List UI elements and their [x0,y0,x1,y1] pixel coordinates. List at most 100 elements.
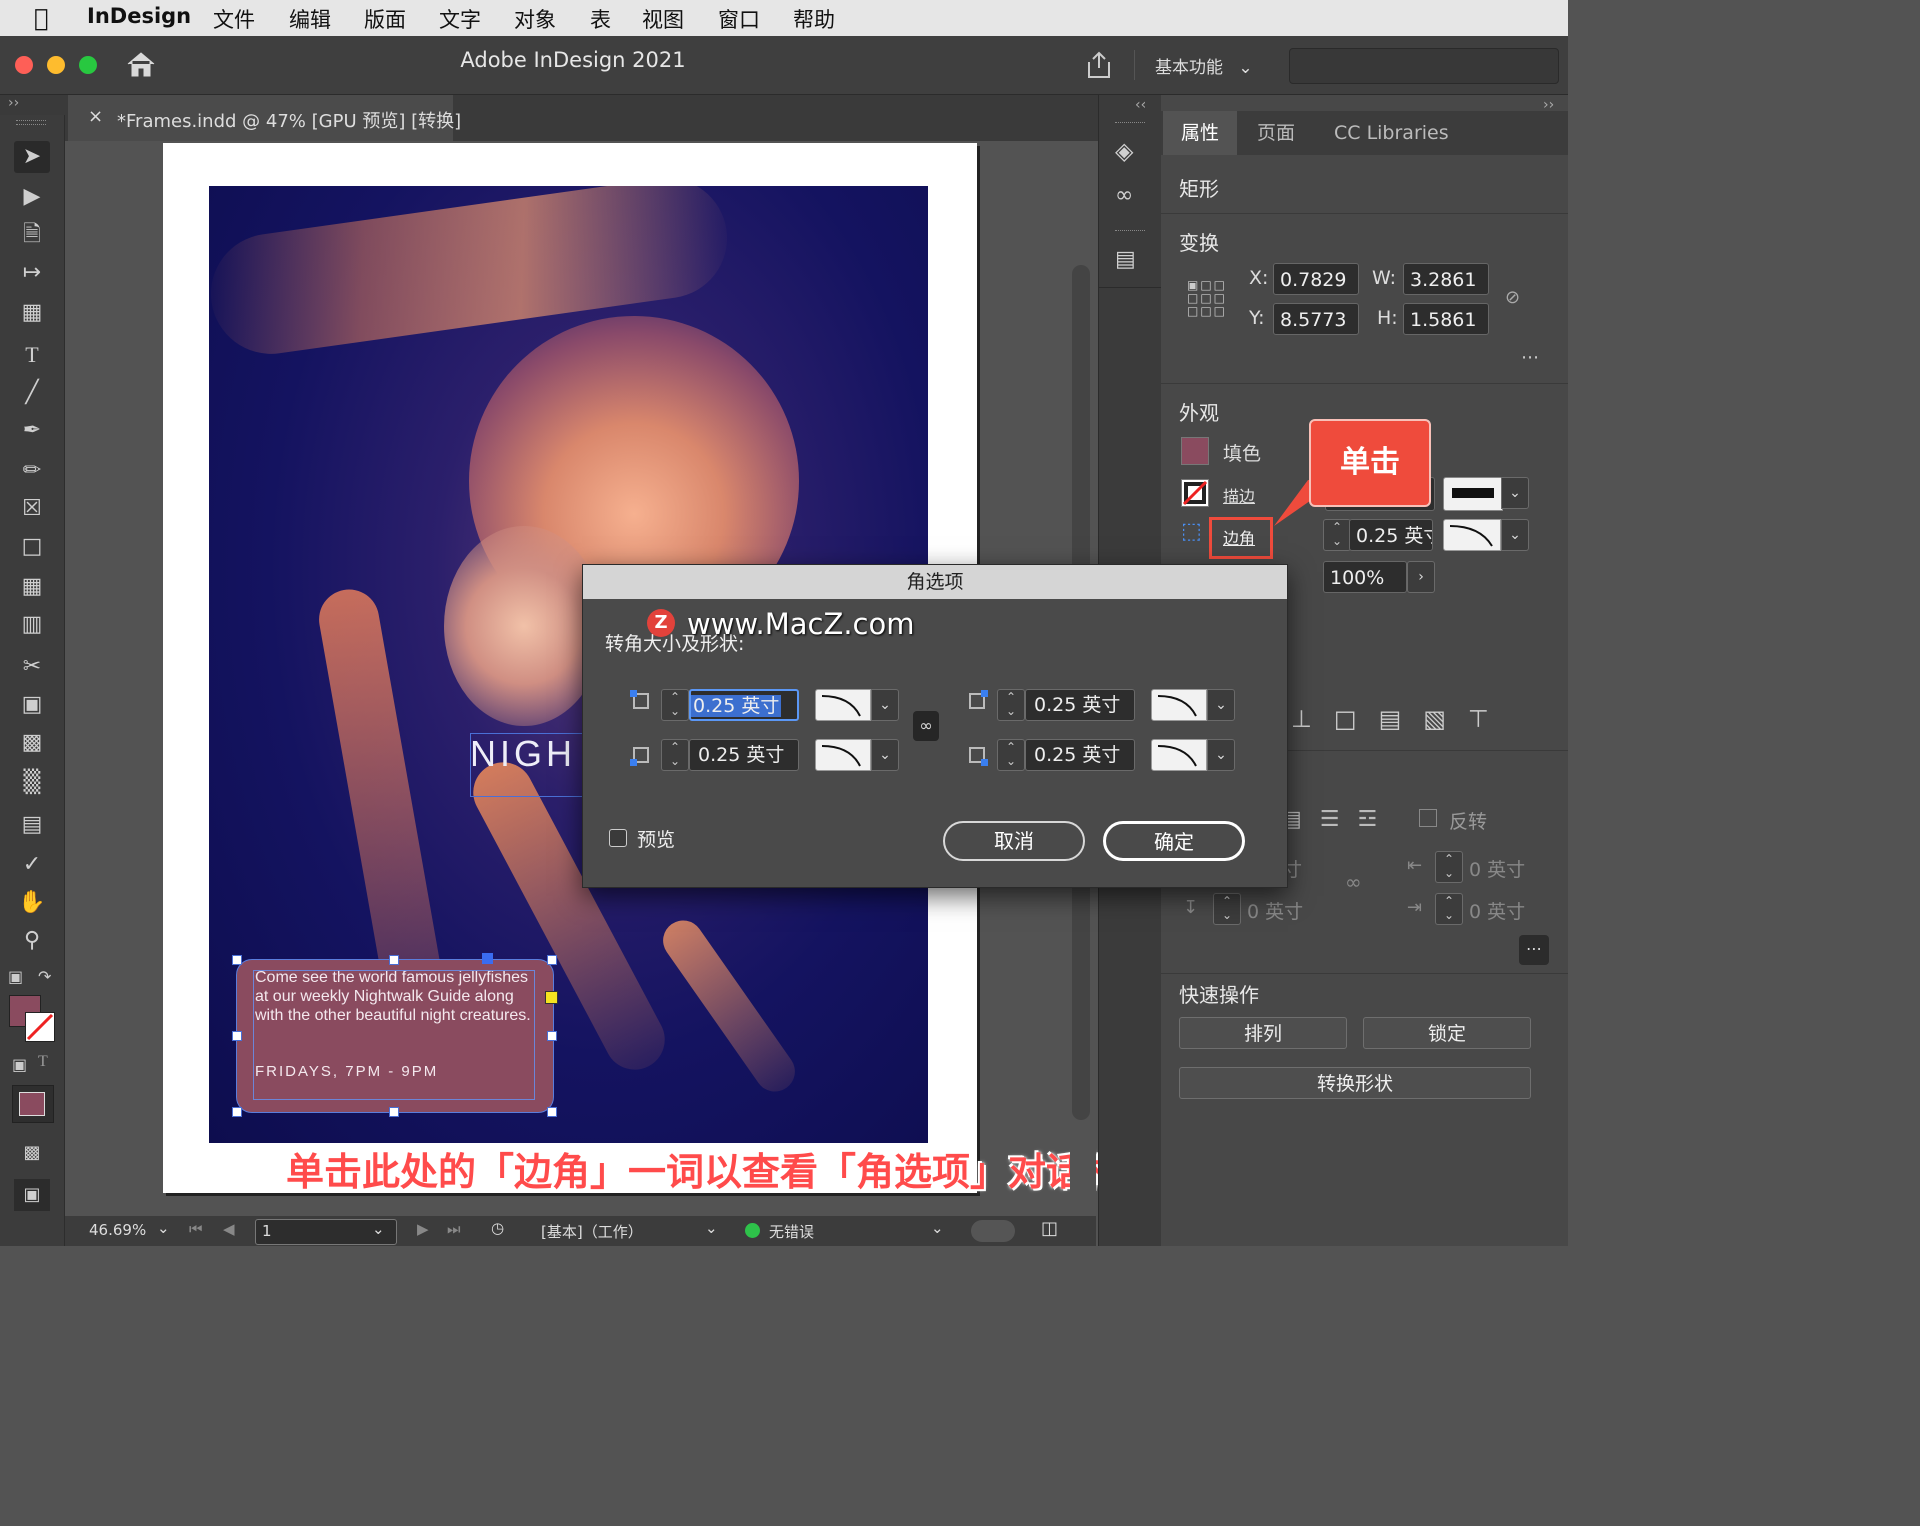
chevron-down-icon[interactable]: ⌄ [157,1219,170,1237]
table-tool-icon[interactable]: ▦ [14,571,50,603]
more-options-icon[interactable]: ⋯ [1519,935,1549,965]
top-left-shape-swatch[interactable] [815,689,871,721]
top-left-size-field[interactable]: 0.25 英寸 [689,689,799,721]
convert-shape-button[interactable]: 转换形状 [1179,1067,1531,1099]
grid-tool-icon[interactable]: ▥ [14,609,50,641]
gradient-swatch-tool-icon[interactable]: ▩ [14,727,50,759]
menu-help[interactable]: 帮助 [793,4,835,34]
chevron-down-icon[interactable]: ⌄ [931,1219,944,1237]
apple-icon[interactable]:  [34,4,48,32]
w-field[interactable]: 3.2861 [1403,263,1489,295]
menu-layout[interactable]: 版面 [364,4,406,34]
opacity-field[interactable]: 100% [1323,561,1407,593]
link-offsets-icon[interactable]: ∞ [1345,870,1362,894]
invert-checkbox[interactable] [1419,809,1437,827]
fill-swatch[interactable] [1181,437,1209,465]
prev-page-icon[interactable]: ◀ [223,1220,235,1238]
menu-file[interactable]: 文件 [213,4,255,34]
free-transform-tool-icon[interactable]: ▣ [14,689,50,721]
selection-tool-icon[interactable]: ➤ [14,141,50,173]
menu-app-name[interactable]: InDesign [87,4,191,28]
stroke-type-dropdown[interactable]: ⌄ [1501,477,1529,509]
type-tool-icon[interactable]: T [14,339,50,371]
direct-selection-tool-icon[interactable]: ▶ [14,181,50,213]
wrap-bottom-stepper[interactable]: ⌃ ⌄ [1213,893,1241,925]
resize-handle-bl[interactable] [232,1107,242,1117]
menu-type[interactable]: 文字 [439,4,481,34]
wrap-right-stepper[interactable]: ⌃ ⌄ [1435,893,1463,925]
frame-port-handle[interactable] [482,953,493,964]
swap-colors-icon[interactable]: ↷ [38,967,51,986]
layers-icon[interactable]: ◈ [1115,137,1133,165]
resize-handle-l[interactable] [232,1031,242,1041]
opacity-arrow[interactable]: › [1407,561,1435,593]
bottom-left-shape-dropdown[interactable]: ⌄ [871,739,899,771]
next-page-icon[interactable]: ▶ [417,1220,429,1238]
resize-handle-tr[interactable] [547,955,557,965]
note-tool-icon[interactable]: ▤ [14,809,50,841]
resize-handle-b[interactable] [389,1107,399,1117]
tab-properties[interactable]: 属性 [1163,111,1238,155]
tab-frames-indd[interactable]: × *Frames.indd @ 47% [GPU 预览] [转换] [68,95,461,141]
apply-color-button[interactable] [12,1085,54,1123]
menu-window[interactable]: 窗口 [718,4,760,34]
stroke-type-swatch[interactable] [1443,477,1503,511]
top-right-shape-dropdown[interactable]: ⌄ [1207,689,1235,721]
content-collector-icon[interactable]: ▦ [14,297,50,329]
share-icon[interactable] [1085,50,1113,80]
line-tool-icon[interactable]: ╱ [14,377,50,409]
preview-mode-icon[interactable]: ▣ [14,1179,50,1211]
menu-object[interactable]: 对象 [514,4,556,34]
top-right-stepper[interactable]: ⌃ ⌄ [997,689,1025,721]
x-field[interactable]: 0.7829 [1273,263,1359,295]
corner-shape-swatch[interactable] [1443,519,1501,551]
resize-handle-r[interactable] [547,1031,557,1041]
menu-edit[interactable]: 编辑 [289,4,331,34]
bottom-right-shape-swatch[interactable] [1151,739,1207,771]
horizontal-scrollbar-thumb[interactable] [971,1220,1015,1242]
menu-table[interactable]: 表 [590,4,611,34]
bottom-left-stepper[interactable]: ⌃ ⌄ [661,739,689,771]
wrap-left-stepper[interactable]: ⌃ ⌄ [1435,851,1463,883]
last-page-icon[interactable]: ⏭ [447,1220,461,1238]
top-right-size-field[interactable]: 0.25 英寸 [1025,689,1135,721]
ok-button[interactable]: 确定 [1103,821,1245,861]
constrain-proportions-icon[interactable]: ⊘ [1505,287,1520,308]
formatting-text-icon[interactable]: T [38,1053,48,1071]
scissors-tool-icon[interactable]: ✂ [14,651,50,683]
tab-cc-libraries[interactable]: CC Libraries [1316,111,1467,155]
close-tab-icon[interactable]: × [88,106,103,127]
wrap-buttons[interactable]: ▤☰☲ [1281,807,1395,832]
split-layout-icon[interactable]: ◫ [1041,1218,1058,1239]
top-left-stepper[interactable]: ⌃ ⌄ [661,689,689,721]
screen-mode-icon[interactable]: ▩ [14,1137,50,1169]
corner-shape-dropdown[interactable]: ⌄ [1501,519,1529,551]
resize-handle-tl[interactable] [232,955,242,965]
zoom-level[interactable]: 46.69% [89,1221,146,1239]
gradient-feather-tool-icon[interactable]: ▒ [14,767,50,799]
h-field[interactable]: 1.5861 [1403,303,1489,335]
search-input[interactable] [1289,48,1559,84]
bottom-left-size-field[interactable]: 0.25 英寸 [689,739,799,771]
selected-text-frame[interactable]: Come see the world famous jellyfishes at… [236,959,554,1113]
chevron-down-icon[interactable]: ⌄ [705,1219,718,1237]
cancel-button[interactable]: 取消 [943,821,1085,861]
bottom-right-shape-dropdown[interactable]: ⌄ [1207,739,1235,771]
default-colors-icon[interactable]: ▣ [8,967,23,986]
zoom-tool-icon[interactable]: ⚲ [14,925,50,957]
pencil-tool-icon[interactable]: ✏ [14,455,50,487]
text-wrap-icon[interactable]: ▤ [1115,247,1136,272]
more-options-icon[interactable]: ⋯ [1521,347,1539,368]
preview-checkbox[interactable] [609,829,627,847]
top-right-shape-swatch[interactable] [1151,689,1207,721]
first-page-icon[interactable]: ⏮ [189,1220,203,1238]
gap-tool-icon[interactable]: ↦ [14,257,50,289]
collapse-toolbox-icon[interactable]: ›› [8,95,19,111]
open-document-icon[interactable]: ◷ [491,1219,504,1237]
stroke-swatch[interactable] [25,1012,55,1042]
workspace-switcher[interactable]: 基本功能 ⌄ [1155,53,1253,78]
menu-view[interactable]: 视图 [642,4,684,34]
reference-point-icon[interactable]: ▣□□ □□□ □□□ [1187,279,1227,319]
bottom-right-stepper[interactable]: ⌃ ⌄ [997,739,1025,771]
pen-tool-icon[interactable]: ✒ [14,415,50,447]
